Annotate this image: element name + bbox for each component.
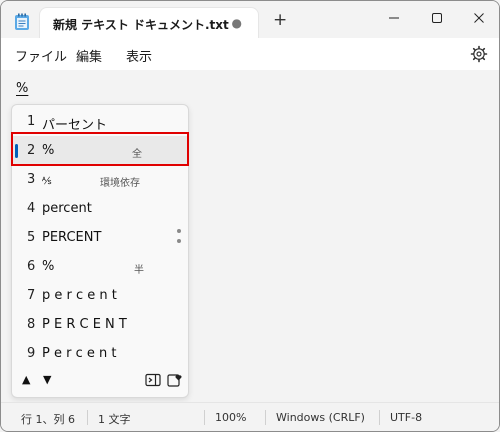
menu-edit[interactable]: 編集 (76, 46, 102, 65)
title-bar: 新規 テキスト ドキュメント.txt ● + (1, 1, 499, 38)
percent-symbol-glyph-icon: ⅍ (42, 176, 52, 186)
notepad-app-icon (15, 13, 29, 30)
encoding[interactable]: UTF-8 (390, 411, 422, 424)
candidate-number: 9 (27, 346, 36, 361)
new-tab-button[interactable]: + (273, 12, 287, 29)
character-count: 1 文字 (98, 413, 131, 426)
status-divider (204, 410, 205, 425)
settings-gear-icon[interactable] (470, 45, 488, 63)
candidate-item-5[interactable]: 5 PERCENT (12, 223, 188, 252)
status-bar: 行 1、列 6 1 文字 100% Windows (CRLF) UTF-8 (1, 402, 499, 431)
candidate-item-9[interactable]: 9 P e r c e n t (12, 339, 188, 368)
menu-view[interactable]: 表示 (126, 46, 152, 65)
maximize-icon (432, 13, 442, 23)
line-ending[interactable]: Windows (CRLF) (276, 411, 365, 424)
candidate-note: 半 (134, 265, 144, 276)
composition-text: % (16, 81, 29, 96)
text-editor[interactable]: % 1 パーセント 2 % 全 3 ⅍ 環境依存 4 percent 5 PER… (1, 70, 499, 402)
page-up-button[interactable]: ▲ (22, 373, 30, 386)
tab-title: 新規 テキスト ドキュメント.txt (53, 18, 229, 32)
cursor-position: 行 1、列 6 (21, 413, 75, 426)
close-icon (474, 13, 484, 23)
document-tab[interactable]: 新規 テキスト ドキュメント.txt ● (40, 8, 258, 38)
candidate-item-6[interactable]: 6 % 半 (12, 252, 188, 281)
candidate-number: 1 (27, 114, 36, 129)
candidate-text: percent (42, 201, 92, 216)
maximize-button[interactable] (422, 7, 452, 29)
minimize-icon (389, 17, 399, 19)
candidate-item-8[interactable]: 8 P E R C E N T (12, 310, 188, 339)
svg-text:⅍: ⅍ (42, 176, 52, 186)
candidate-text: PERCENT (42, 230, 102, 245)
candidate-item-3[interactable]: 3 ⅍ 環境依存 (12, 165, 188, 194)
candidate-note: 環境依存 (100, 178, 140, 189)
expand-view-icon[interactable] (145, 373, 161, 387)
candidate-number: 4 (27, 201, 36, 216)
candidate-number: 7 (27, 288, 36, 303)
status-divider (265, 410, 266, 425)
menu-file[interactable]: ファイル (15, 46, 67, 65)
candidate-number: 6 (27, 259, 36, 274)
minimize-button[interactable] (379, 7, 409, 29)
candidate-text: p e r c e n t (42, 288, 117, 303)
menu-bar: ファイル 編集 表示 (1, 38, 499, 70)
candidate-text: パーセント (42, 118, 108, 133)
candidate-number: 5 (27, 230, 36, 245)
zoom-level[interactable]: 100% (215, 411, 246, 424)
candidate-item-4[interactable]: 4 percent (12, 194, 188, 223)
candidate-number: 3 (27, 172, 36, 187)
close-button[interactable] (464, 7, 494, 29)
notepad-window: 新規 テキスト ドキュメント.txt ● + ファイル 編集 表示 % 1 パー… (0, 0, 500, 432)
candidate-footer: ▲ ▼ (12, 367, 188, 395)
scroll-indicator-dot[interactable] (177, 239, 181, 243)
candidate-item-7[interactable]: 7 p e r c e n t (12, 281, 188, 310)
candidate-text: % (42, 259, 55, 274)
status-divider (87, 410, 88, 425)
candidate-text: P e r c e n t (42, 346, 117, 361)
emoji-heart-icon[interactable] (167, 373, 183, 387)
annotation-highlight-box (11, 132, 189, 166)
page-down-button[interactable]: ▼ (43, 373, 51, 386)
unsaved-dot-icon[interactable]: ● (232, 16, 242, 30)
candidate-number: 8 (27, 317, 36, 332)
candidate-text: P E R C E N T (42, 317, 127, 332)
scroll-indicator-dot[interactable] (177, 229, 181, 233)
status-divider (379, 410, 380, 425)
